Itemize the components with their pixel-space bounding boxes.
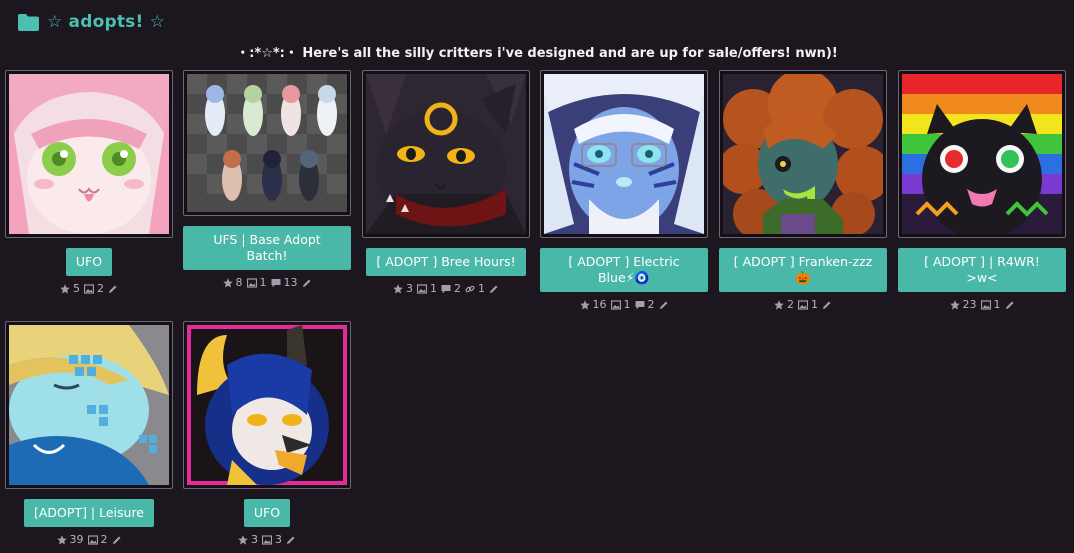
card-thumbnail[interactable] [540, 70, 708, 238]
star-icon [774, 299, 784, 309]
card-title-button[interactable]: UFO [243, 499, 291, 527]
gallery-card: UFO 5 2 [5, 70, 173, 295]
star-icon [949, 299, 960, 309]
gallery-card: UFO 3 3 [183, 321, 351, 546]
comment-icon [271, 278, 280, 287]
comment-icon [635, 300, 644, 309]
star-icon [222, 277, 233, 287]
card-stats: 23 1 [949, 298, 1015, 311]
pencil-icon[interactable] [489, 284, 499, 294]
pencil-icon[interactable] [1005, 300, 1015, 310]
thumbnail-image [187, 74, 347, 212]
favorites-count: 3 [406, 282, 413, 295]
card-stats: 16 1 2 [579, 298, 669, 311]
card-title-button[interactable]: UFS | Base Adopt Batch! [183, 226, 351, 270]
images-count: 1 [811, 298, 818, 311]
images-count: 1 [993, 298, 1001, 311]
card-thumbnail[interactable] [898, 70, 1066, 238]
thumbnail-image [187, 325, 347, 485]
favorites-count: 8 [235, 276, 243, 289]
card-stats: 2 1 [774, 298, 832, 311]
pencil-icon[interactable] [302, 278, 312, 288]
star-icon [393, 283, 403, 293]
card-title-button[interactable]: [ADOPT] | Leisure [24, 499, 154, 527]
folder-title: ☆ adopts! ☆ [47, 12, 166, 32]
card-thumbnail[interactable] [719, 70, 887, 238]
gallery-card: UFS | Base Adopt Batch! 8 1 13 [183, 70, 351, 289]
pencil-icon[interactable] [286, 535, 296, 545]
star-icon [60, 283, 70, 293]
card-thumbnail[interactable] [183, 321, 351, 489]
card-title-button[interactable]: [ ADOPT ] Bree Hours! [366, 248, 526, 276]
card-stats: 39 2 [56, 533, 122, 546]
images-count: 1 [430, 282, 437, 295]
gallery-card: [ ADOPT ] Bree Hours! 3 1 2 1 [362, 70, 530, 295]
thumbnail-image [723, 74, 883, 234]
link-icon [465, 285, 475, 292]
gallery-card: [ADOPT] | Leisure 39 2 [5, 321, 173, 546]
images-count: 3 [275, 533, 282, 546]
pencil-icon[interactable] [112, 535, 122, 545]
gallery-card: [ ADOPT ] | R4WR! >w< 23 1 [898, 70, 1066, 311]
card-title-button[interactable]: UFO [65, 248, 113, 276]
links-count: 1 [478, 282, 485, 295]
image-icon [980, 299, 991, 310]
favorites-count: 5 [73, 282, 80, 295]
thumbnail-image [902, 74, 1062, 234]
card-thumbnail[interactable] [362, 70, 530, 238]
star-icon [238, 534, 248, 544]
thumbnail-image [9, 325, 169, 485]
card-title-button[interactable]: [ ADOPT ] | R4WR! >w< [898, 248, 1066, 292]
favorites-count: 39 [69, 533, 84, 546]
images-count: 1 [623, 298, 631, 311]
comments-count: 2 [454, 282, 461, 295]
star-icon [56, 534, 67, 544]
favorites-count: 2 [787, 298, 794, 311]
gallery-card: [ ADOPT ] Franken-zzz 🎃 2 1 [719, 70, 887, 311]
card-title-button[interactable]: [ ADOPT ] Electric Blue⚡🧿 [540, 248, 708, 292]
images-count: 2 [97, 282, 104, 295]
card-title-button[interactable]: [ ADOPT ] Franken-zzz 🎃 [719, 248, 887, 292]
card-thumbnail[interactable] [183, 70, 351, 216]
pencil-icon[interactable] [108, 284, 118, 294]
image-icon [87, 534, 98, 545]
pencil-icon[interactable] [659, 300, 669, 310]
star-icon [579, 299, 590, 309]
favorites-count: 16 [592, 298, 607, 311]
favorites-count: 23 [962, 298, 977, 311]
card-thumbnail[interactable] [5, 70, 173, 238]
image-icon [610, 299, 621, 310]
folder-header: ☆ adopts! ☆ [18, 12, 165, 32]
images-count: 2 [100, 533, 108, 546]
comments-count: 2 [647, 298, 655, 311]
image-icon [84, 283, 94, 294]
gallery-card: [ ADOPT ] Electric Blue⚡🧿 16 1 2 [540, 70, 708, 311]
image-icon [417, 283, 427, 294]
card-stats: 8 1 13 [222, 276, 312, 289]
card-stats: 3 3 [238, 533, 296, 546]
folder-icon [18, 13, 39, 31]
thumbnail-image [9, 74, 169, 234]
thumbnail-image [544, 74, 704, 234]
thumbnail-image [366, 74, 526, 234]
comment-icon [441, 284, 451, 293]
pencil-icon[interactable] [822, 300, 832, 310]
images-count: 1 [259, 276, 267, 289]
favorites-count: 3 [251, 533, 258, 546]
card-stats: 3 1 2 1 [393, 282, 499, 295]
comments-count: 13 [283, 276, 298, 289]
image-icon [798, 299, 808, 310]
card-stats: 5 2 [60, 282, 118, 295]
image-icon [246, 277, 257, 288]
image-icon [262, 534, 272, 545]
folder-description: ・:*☆*:・ Here's all the silly critters i'… [236, 46, 838, 61]
card-thumbnail[interactable] [5, 321, 173, 489]
